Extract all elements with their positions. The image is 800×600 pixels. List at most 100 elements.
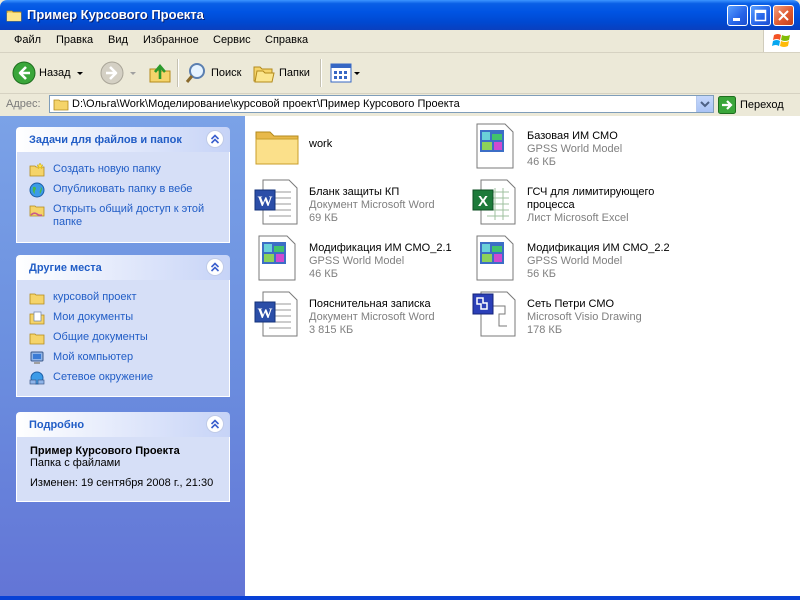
task-label: Опубликовать папку в вебе bbox=[53, 183, 193, 195]
place-coursework[interactable]: курсовой проект bbox=[17, 288, 229, 308]
menu-help[interactable]: Справка bbox=[265, 34, 308, 46]
menu-tools[interactable]: Сервис bbox=[213, 34, 251, 46]
file-item[interactable]: W Пояснительная записка Документ Microso… bbox=[253, 290, 471, 340]
title-bar[interactable]: Пример Курсового Проекта bbox=[0, 0, 800, 30]
explorer-window: Пример Курсового Проекта Файл Правка Вид… bbox=[0, 0, 800, 600]
gpss-icon bbox=[476, 123, 514, 169]
up-button[interactable] bbox=[148, 53, 172, 93]
details-type: Папка с файлами bbox=[30, 457, 121, 469]
search-icon bbox=[185, 63, 205, 83]
file-item[interactable]: X ГСЧ для лимитирующего процесса Лист Mi… bbox=[471, 178, 689, 228]
shared-documents-icon bbox=[29, 333, 45, 345]
collapse-button[interactable] bbox=[206, 130, 224, 148]
file-type: GPSS World Model bbox=[527, 143, 623, 155]
details-panel: Подробно Пример Курсового Проекта Папка … bbox=[16, 412, 230, 502]
file-item[interactable]: Модификация ИМ СМО_2.2 GPSS World Model … bbox=[471, 234, 689, 284]
file-size: 69 КБ bbox=[309, 212, 338, 224]
folder-icon bbox=[6, 10, 22, 22]
file-name: Бланк защиты КП bbox=[309, 186, 400, 198]
close-button[interactable] bbox=[773, 5, 794, 26]
other-places-panel-body: курсовой проект Мои документы Общие доку… bbox=[16, 280, 230, 397]
file-type: Лист Microsoft Excel bbox=[527, 212, 629, 224]
go-button[interactable]: Переход bbox=[718, 95, 784, 115]
details-panel-body: Пример Курсового Проекта Папка с файлами… bbox=[16, 437, 230, 502]
other-places-panel-header[interactable]: Другие места bbox=[16, 255, 230, 280]
views-dropdown-icon[interactable] bbox=[354, 71, 360, 75]
file-size: 3 815 КБ bbox=[309, 324, 354, 336]
excel-icon: X bbox=[472, 179, 516, 225]
file-list[interactable]: work Базовая ИМ СМО GPSS World Model 46 … bbox=[245, 116, 800, 596]
menu-view[interactable]: Вид bbox=[108, 34, 128, 46]
back-button[interactable]: Назад bbox=[12, 53, 83, 93]
place-network[interactable]: Сетевое окружение bbox=[17, 368, 229, 388]
file-size: 56 КБ bbox=[527, 268, 556, 280]
file-size: 178 КБ bbox=[527, 324, 563, 336]
menu-file[interactable]: Файл bbox=[14, 34, 41, 46]
file-item[interactable]: W Бланк защиты КП Документ Microsoft Wor… bbox=[253, 178, 471, 228]
task-share-folder[interactable]: Открыть общий доступ к этой папке bbox=[17, 200, 229, 234]
maximize-icon bbox=[754, 9, 767, 22]
collapse-button[interactable] bbox=[206, 415, 224, 433]
file-name: Модификация ИМ СМО_2.1 bbox=[309, 242, 452, 254]
forward-dropdown-icon[interactable] bbox=[130, 71, 136, 75]
other-places-panel: Другие места курсовой проект Мои докумен… bbox=[16, 255, 230, 397]
address-bar: Адрес: D:\Ольга\Work\Моделирование\курсо… bbox=[0, 94, 800, 117]
menu-edit[interactable]: Правка bbox=[56, 34, 93, 46]
file-item[interactable]: Базовая ИМ СМО GPSS World Model 46 КБ bbox=[471, 122, 689, 172]
folders-icon bbox=[253, 66, 275, 83]
file-size: 46 КБ bbox=[527, 156, 556, 168]
window-frame-bottom bbox=[0, 596, 800, 600]
address-label: Адрес: bbox=[6, 98, 41, 110]
details-panel-header[interactable]: Подробно bbox=[16, 412, 230, 437]
folders-label: Папки bbox=[279, 67, 310, 79]
globe-icon bbox=[29, 182, 45, 198]
place-label: Общие документы bbox=[53, 331, 148, 343]
file-item[interactable]: work bbox=[253, 122, 471, 172]
my-computer-icon bbox=[30, 351, 44, 364]
place-label: курсовой проект bbox=[53, 291, 137, 303]
file-name: ГСЧ для лимитирующего процесса bbox=[527, 186, 655, 211]
folders-button[interactable]: Папки bbox=[252, 53, 310, 93]
task-new-folder[interactable]: Создать новую папку bbox=[17, 160, 229, 180]
windows-logo-icon bbox=[763, 30, 800, 52]
folder-icon bbox=[255, 131, 299, 165]
chevron-double-up-icon bbox=[210, 262, 220, 272]
task-publish-web[interactable]: Опубликовать папку в вебе bbox=[17, 180, 229, 200]
tasks-panel-body: Создать новую папку Опубликовать папку в… bbox=[16, 152, 230, 243]
file-type: GPSS World Model bbox=[309, 255, 405, 267]
menu-favorites[interactable]: Избранное bbox=[143, 34, 199, 46]
address-path: D:\Ольга\Work\Моделирование\курсовой про… bbox=[72, 98, 460, 110]
collapse-button[interactable] bbox=[206, 258, 224, 276]
word-icon: W bbox=[254, 179, 298, 225]
chevron-down-icon bbox=[700, 101, 710, 108]
minimize-button[interactable] bbox=[727, 5, 748, 26]
toolbar-separator bbox=[320, 59, 322, 87]
back-arrow-icon bbox=[12, 61, 36, 85]
file-item[interactable]: Модификация ИМ СМО_2.1 GPSS World Model … bbox=[253, 234, 471, 284]
tasks-panel-header[interactable]: Задачи для файлов и папок bbox=[16, 127, 230, 152]
window-title: Пример Курсового Проекта bbox=[27, 7, 204, 22]
go-label: Переход bbox=[740, 99, 784, 111]
chevron-double-up-icon bbox=[210, 419, 220, 429]
other-places-panel-title: Другие места bbox=[29, 262, 102, 274]
file-type: GPSS World Model bbox=[527, 255, 623, 267]
search-button[interactable]: Поиск bbox=[184, 53, 241, 93]
toolbar: Назад Поиск Папки bbox=[0, 53, 800, 94]
back-dropdown-icon[interactable] bbox=[76, 71, 83, 75]
forward-button[interactable] bbox=[100, 53, 136, 93]
task-pane: Задачи для файлов и папок Создать новую … bbox=[0, 116, 245, 596]
file-size: 46 КБ bbox=[309, 268, 338, 280]
address-input[interactable]: D:\Ольга\Work\Моделирование\курсовой про… bbox=[49, 95, 714, 113]
file-item[interactable]: Сеть Петри СМО Microsoft Visio Drawing 1… bbox=[471, 290, 689, 340]
place-shared-documents[interactable]: Общие документы bbox=[17, 328, 229, 348]
place-my-documents[interactable]: Мои документы bbox=[17, 308, 229, 328]
network-icon bbox=[29, 371, 45, 385]
forward-arrow-icon bbox=[100, 61, 124, 85]
place-my-computer[interactable]: Мой компьютер bbox=[17, 348, 229, 368]
tasks-panel-title: Задачи для файлов и папок bbox=[29, 134, 182, 146]
details-name: Пример Курсового Проекта bbox=[30, 445, 180, 457]
address-dropdown-button[interactable] bbox=[696, 96, 713, 112]
maximize-button[interactable] bbox=[750, 5, 771, 26]
views-button[interactable] bbox=[330, 53, 360, 93]
folder-icon bbox=[53, 99, 69, 111]
